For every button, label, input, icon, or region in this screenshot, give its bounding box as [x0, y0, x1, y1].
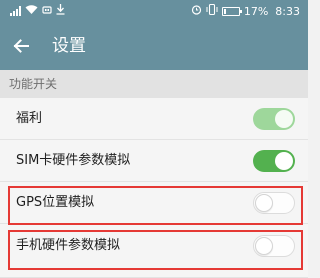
wifi-icon — [25, 4, 38, 18]
usb-icon — [42, 5, 52, 18]
setting-row-welfare[interactable]: 福利 — [0, 98, 308, 140]
toggle-knob — [275, 152, 293, 170]
back-arrow-icon[interactable] — [8, 33, 34, 59]
app-bar: 设置 — [0, 22, 308, 70]
download-icon — [56, 4, 65, 18]
gps-toggle[interactable] — [253, 192, 295, 214]
setting-row-gps[interactable]: GPS位置模拟 — [0, 182, 308, 224]
welfare-toggle[interactable] — [253, 108, 295, 130]
battery-icon — [221, 6, 242, 16]
signal-icon — [10, 6, 21, 16]
toggle-knob — [275, 110, 293, 128]
setting-label: SIM卡硬件参数模拟 — [16, 153, 131, 168]
status-right-icons: 17% 8:33 — [191, 3, 300, 19]
setting-row-sim-hardware[interactable]: SIM卡硬件参数模拟 — [0, 140, 308, 182]
setting-label: GPS位置模拟 — [16, 195, 95, 210]
status-left-icons — [10, 4, 65, 18]
status-bar: 17% 8:33 — [0, 0, 308, 22]
setting-label: 福利 — [16, 111, 43, 126]
clock: 8:33 — [275, 4, 300, 18]
toggle-knob — [255, 194, 273, 212]
sim-hardware-toggle[interactable] — [253, 150, 295, 172]
battery-percent: 17% — [243, 4, 269, 18]
toggle-knob — [255, 237, 273, 255]
setting-row-phone-hardware[interactable]: 手机硬件参数模拟 — [0, 224, 308, 278]
section-header: 功能开关 — [0, 70, 308, 98]
phone-hardware-toggle[interactable] — [253, 235, 295, 257]
setting-label: 手机硬件参数模拟 — [16, 238, 121, 253]
alarm-icon — [191, 4, 202, 18]
vibrate-icon — [206, 3, 218, 18]
page-title: 设置 — [52, 36, 86, 56]
